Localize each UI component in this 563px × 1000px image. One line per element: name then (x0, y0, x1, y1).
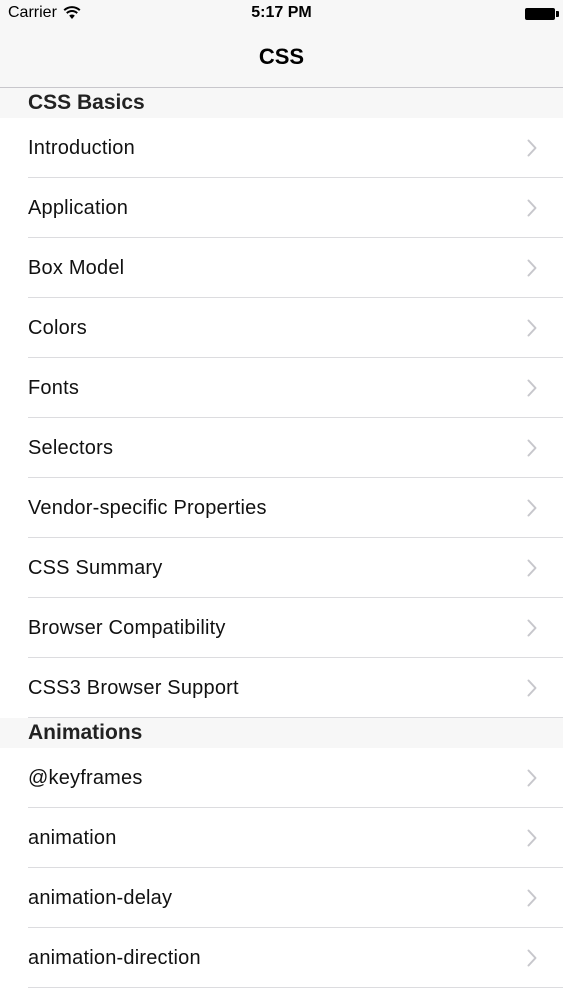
status-time: 5:17 PM (251, 4, 312, 21)
list-item-label: animation-delay (28, 887, 173, 909)
list-item[interactable]: animation-delay (0, 868, 563, 928)
chevron-right-icon (527, 829, 537, 847)
chevron-right-icon (527, 559, 537, 577)
chevron-right-icon (527, 379, 537, 397)
navigation-bar: CSS (0, 28, 563, 88)
list-item[interactable]: Box Model (0, 238, 563, 298)
battery-icon (525, 8, 559, 20)
list-item-label: animation (28, 827, 117, 849)
chevron-right-icon (527, 139, 537, 157)
list-item-label: Box Model (28, 257, 125, 279)
list-item[interactable]: Application (0, 178, 563, 238)
list-item-label: CSS3 Browser Support (28, 677, 239, 699)
list-item-label: Browser Compatibility (28, 617, 226, 639)
status-bar: Carrier 5:17 PM (0, 0, 563, 28)
list-item-label: @keyframes (28, 767, 143, 789)
list-item-label: Introduction (28, 137, 135, 159)
list-item[interactable]: Fonts (0, 358, 563, 418)
page-title: CSS (258, 44, 305, 69)
chevron-right-icon (527, 889, 537, 907)
chevron-right-icon (527, 679, 537, 697)
list-item[interactable]: CSS Summary (0, 538, 563, 598)
list-item-label: Vendor-specific Properties (28, 497, 267, 519)
section-header: CSS Basics (0, 88, 563, 118)
list-item[interactable]: Colors (0, 298, 563, 358)
list-item[interactable]: animation (0, 808, 563, 868)
list-item-label: CSS Summary (28, 557, 163, 579)
list-item[interactable]: Introduction (0, 118, 563, 178)
list-item[interactable]: Vendor-specific Properties (0, 478, 563, 538)
list-item-label: Colors (28, 317, 87, 339)
section-header: Animations (0, 718, 563, 748)
chevron-right-icon (527, 439, 537, 457)
chevron-right-icon (527, 259, 537, 277)
list-item-label: Application (28, 197, 129, 219)
list-item[interactable]: Browser Compatibility (0, 598, 563, 658)
list-item-label: Selectors (28, 437, 114, 459)
chevron-right-icon (527, 319, 537, 337)
row-separator (28, 987, 563, 988)
list-item-label: Fonts (28, 377, 80, 399)
list-item[interactable]: Selectors (0, 418, 563, 478)
chevron-right-icon (527, 619, 537, 637)
chevron-right-icon (527, 199, 537, 217)
list-item-label: animation-direction (28, 947, 201, 969)
chevron-right-icon (527, 499, 537, 517)
list-item[interactable]: animation-direction (0, 928, 563, 988)
table-view[interactable]: CSS Basics Introduction Application Box Mod… (0, 88, 563, 988)
list-item[interactable]: CSS3 Browser Support (0, 658, 563, 718)
chevron-right-icon (527, 769, 537, 787)
row-separator (28, 717, 563, 718)
list-item[interactable]: @keyframes (0, 748, 563, 808)
chevron-right-icon (527, 949, 537, 967)
